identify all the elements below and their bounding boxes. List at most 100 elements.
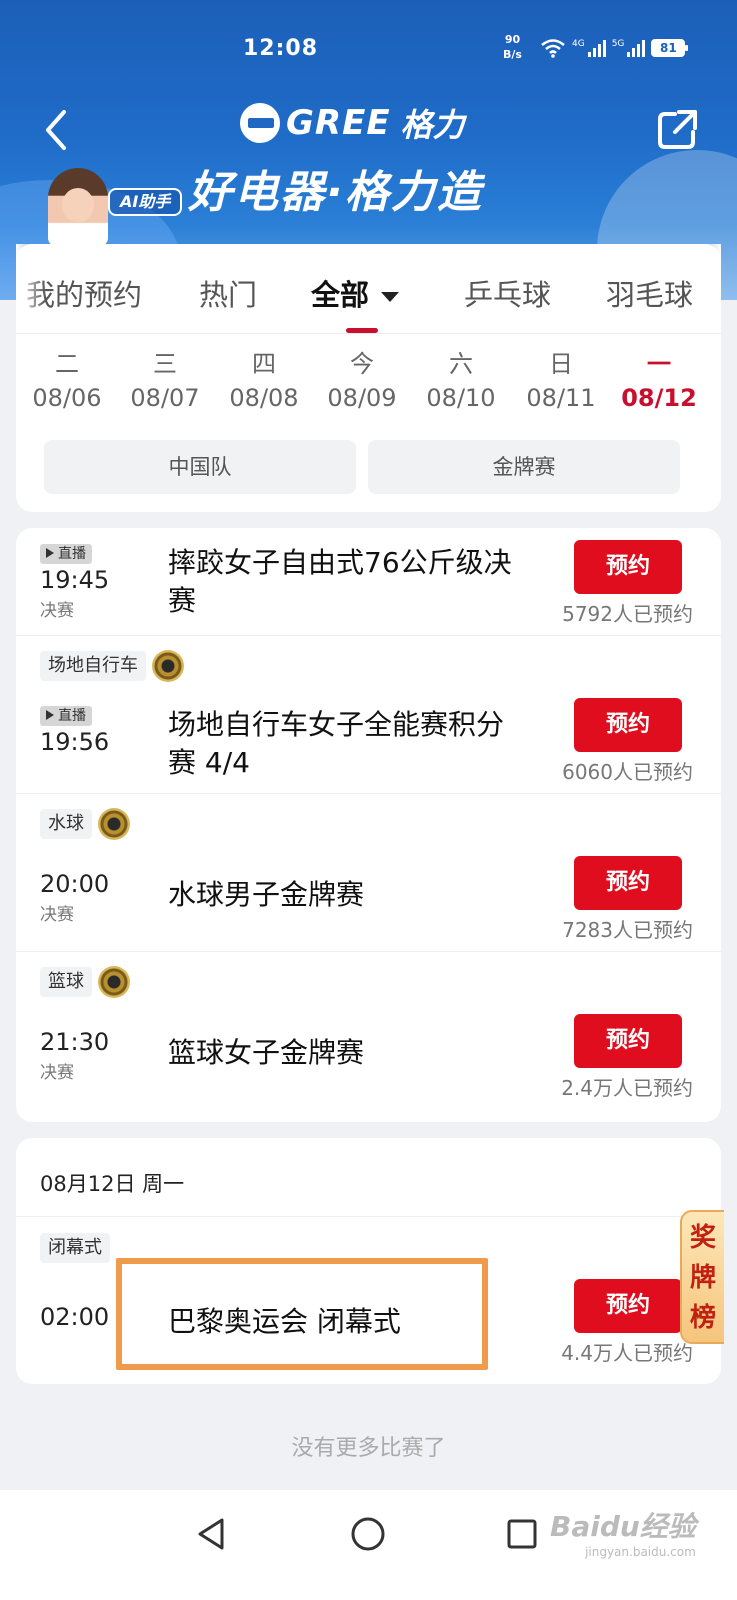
status-icons: 4G 5G 81 [540, 38, 689, 58]
signal-5g-icon: 5G [612, 39, 646, 57]
back-button[interactable] [40, 108, 76, 152]
date-weekday: 日 [549, 350, 573, 378]
tab-table-tennis[interactable]: 乒乓球 [464, 272, 551, 314]
watermark-url: jingyan.baidu.com [585, 1545, 696, 1559]
book-button[interactable]: 预约 [574, 1014, 682, 1068]
tab-all-label: 全部 [311, 278, 370, 312]
event-tags: 篮球 [40, 966, 130, 998]
triangle-back-icon [198, 1518, 224, 1550]
gree-logo-cn: 格力 [400, 106, 465, 144]
date-weekday: 今 [350, 350, 374, 378]
date-selector: 二 08/06 三 08/07 四 08/08 今 08/09 六 08/10 … [16, 348, 721, 428]
date-item[interactable]: 四 08/08 [215, 348, 313, 414]
network-speed-value: 90 [504, 33, 521, 46]
signal-4g-icon: 4G [572, 39, 606, 57]
quick-filters: 中国队 金牌赛 [44, 440, 680, 494]
event-list: 直播 19:45 决赛 摔跤女子自由式76公斤级决赛 预约 5792人已预约 场… [16, 528, 721, 1122]
event-time: 19:45 [40, 566, 110, 594]
sport-tag: 篮球 [40, 967, 92, 997]
sport-tag: 闭幕式 [40, 1233, 110, 1263]
event-row[interactable]: 直播 19:45 决赛 摔跤女子自由式76公斤级决赛 预约 5792人已预约 [16, 528, 721, 636]
share-button[interactable] [655, 108, 699, 152]
tabs-fade-right [691, 244, 721, 333]
event-row[interactable]: 篮球 21:30 决赛 篮球女子金牌赛 预约 2.4万人已预约 [16, 952, 721, 1122]
caret-down-icon [381, 292, 400, 302]
tab-hot[interactable]: 热门 [199, 272, 257, 314]
booking-count: 7283人已预约 [562, 918, 693, 942]
play-icon [46, 710, 54, 720]
share-icon [658, 110, 697, 149]
event-row[interactable]: 场地自行车 直播 19:56 场地自行车女子全能赛积分赛 4/4 预约 6060… [16, 636, 721, 794]
gree-logo-latin: GREE [286, 103, 391, 143]
date-weekday: 三 [153, 350, 177, 378]
book-button[interactable]: 预约 [574, 540, 682, 594]
date-weekday: 四 [252, 350, 276, 378]
booking-count: 2.4万人已预约 [561, 1076, 693, 1100]
nav-recents-button[interactable] [500, 1512, 544, 1556]
book-button[interactable]: 预约 [574, 698, 682, 752]
live-badge: 直播 [40, 544, 92, 564]
gree-logo-mark [240, 103, 280, 143]
schedule-filter-card: 我的预约 热门 全部 乒乓球 羽毛球 二 08/06 三 08/07 四 08/… [16, 244, 721, 512]
booking-count: 6060人已预约 [562, 760, 693, 784]
live-badge-label: 直播 [58, 708, 86, 724]
live-badge: 直播 [40, 706, 92, 726]
gold-medal-icon [98, 966, 130, 998]
network-speed: 90 B/s [503, 32, 522, 62]
status-time: 12:08 [243, 36, 319, 61]
event-time: 19:56 [40, 728, 110, 756]
ai-assistant-badge[interactable]: AI助手 [108, 188, 183, 216]
watermark-brand: Baidu经验 [550, 1510, 696, 1543]
day-heading: 08月12日 周一 [40, 1172, 185, 1196]
nav-home-button[interactable] [346, 1512, 390, 1556]
book-button[interactable]: 预约 [574, 1279, 682, 1333]
gree-logo: GREE 格力 [240, 100, 465, 146]
nav-back-button[interactable] [190, 1512, 234, 1556]
date-value: 08/09 [327, 384, 397, 412]
date-value: 08/07 [130, 384, 200, 412]
event-tags: 水球 [40, 808, 130, 840]
date-item-today[interactable]: 今 08/09 [313, 348, 411, 414]
active-tab-indicator [346, 328, 378, 333]
event-title: 场地自行车女子全能赛积分赛 4/4 [168, 708, 505, 779]
medal-table-button[interactable]: 奖牌榜 [680, 1210, 724, 1344]
date-value: 08/10 [426, 384, 496, 412]
date-weekday: 二 [55, 350, 79, 378]
event-stage: 决赛 [40, 905, 74, 925]
event-title: 水球男子金牌赛 [168, 878, 365, 911]
slogan: 好电器·格力造 [188, 167, 483, 218]
filter-gold-medal[interactable]: 金牌赛 [368, 440, 680, 494]
category-tabs: 我的预约 热门 全部 乒乓球 羽毛球 [16, 244, 721, 334]
tab-badminton[interactable]: 羽毛球 [606, 272, 693, 314]
sport-tag: 场地自行车 [40, 651, 146, 681]
event-stage: 决赛 [40, 601, 74, 621]
date-item[interactable]: 二 08/06 [18, 348, 116, 414]
booking-count: 5792人已预约 [562, 602, 693, 626]
date-value: 08/11 [526, 384, 596, 412]
square-recents-icon [507, 1519, 537, 1549]
event-stage: 决赛 [40, 1063, 74, 1083]
booking-count: 4.4万人已预约 [561, 1341, 693, 1365]
event-title: 摔跤女子自由式76公斤级决赛 [168, 546, 512, 617]
date-item[interactable]: 六 08/10 [412, 348, 510, 414]
event-time: 21:30 [40, 1028, 110, 1056]
event-tags: 场地自行车 [40, 650, 184, 682]
filter-china-team[interactable]: 中国队 [44, 440, 356, 494]
ai-assistant-avatar[interactable] [48, 168, 108, 246]
chevron-left-icon [46, 110, 66, 150]
network-speed-unit: B/s [503, 48, 522, 61]
circle-home-icon [351, 1517, 385, 1551]
live-badge-label: 直播 [58, 546, 86, 562]
day-section: 08月12日 周一 闭幕式 02:00 巴黎奥运会 闭幕式 预约 4.4万人已预… [16, 1138, 721, 1384]
event-row[interactable]: 水球 20:00 决赛 水球男子金牌赛 预约 7283人已预约 [16, 794, 721, 952]
event-title: 篮球女子金牌赛 [168, 1036, 365, 1069]
date-item-selected[interactable]: 一 08/12 [610, 348, 708, 414]
date-item[interactable]: 三 08/07 [116, 348, 214, 414]
date-value: 08/12 [621, 384, 697, 412]
book-button[interactable]: 预约 [574, 856, 682, 910]
play-icon [46, 548, 54, 558]
end-of-list-text: 没有更多比赛了 [291, 1436, 446, 1461]
gold-medal-icon [152, 650, 184, 682]
tab-all[interactable]: 全部 [311, 272, 400, 314]
date-item[interactable]: 日 08/11 [512, 348, 610, 414]
